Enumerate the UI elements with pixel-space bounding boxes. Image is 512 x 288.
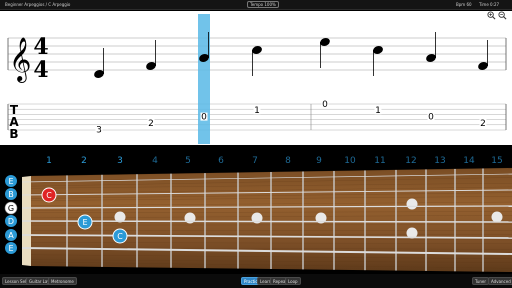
note-marker-label: E: [82, 218, 87, 227]
fret-number: 12: [405, 156, 416, 166]
tempo-button[interactable]: Tempo 100%: [247, 1, 279, 8]
fret-number: 2: [81, 156, 87, 166]
note-head: [478, 62, 488, 70]
fret-number: 15: [491, 156, 502, 166]
fretboard[interactable]: 1 2 3 4 5 6 7 8 9 10 11 12 13 14 15EBGDAECEC: [0, 147, 512, 273]
string-button-label: E: [8, 244, 13, 253]
tab-label-letter: B: [9, 127, 18, 141]
fret-number: 5: [185, 156, 191, 166]
string-button-e[interactable]: E: [5, 242, 17, 254]
tuner-button[interactable]: Tuner: [472, 277, 490, 285]
tab-number: 0: [428, 113, 434, 123]
playhead: [198, 14, 210, 144]
top-bar: Beginner Arpeggios / C Arpeggio Tempo 10…: [0, 0, 512, 10]
string-button-g[interactable]: G: [4, 201, 18, 215]
string-button-label: G: [8, 204, 14, 213]
fret-number: 13: [434, 156, 445, 166]
metronome-button[interactable]: Metronome: [48, 277, 77, 285]
guitar-string: [21, 220, 512, 223]
string-button-b[interactable]: B: [5, 188, 17, 200]
loop-button[interactable]: Loop: [285, 277, 301, 285]
string-button-d[interactable]: D: [5, 215, 17, 227]
time-signature-bottom: 4: [33, 57, 48, 83]
lesson-title: Beginner Arpeggios / C Arpeggio: [5, 2, 71, 7]
tab-number: 0: [201, 113, 207, 123]
fret-number: 8: [285, 156, 291, 166]
zoom-out-icon[interactable]: [498, 11, 507, 20]
string-button-label: B: [8, 190, 14, 199]
zoom-in-icon[interactable]: [487, 11, 496, 20]
note-head: [94, 70, 104, 78]
fret-number: 4: [152, 156, 158, 166]
note-marker-label: C: [117, 232, 123, 241]
bpm-readout: Bpm 60: [456, 2, 472, 7]
fretboard-area: 1 2 3 4 5 6 7 8 9 10 11 12 13 14 15 E B G D A E C E C: [0, 147, 512, 273]
fret-number: 1: [46, 156, 52, 166]
note-marker-label: C: [46, 191, 52, 200]
string-button-label: E: [8, 177, 13, 186]
fret-number: 9: [316, 156, 322, 166]
fret-number: 10: [344, 156, 356, 166]
string-button-label: D: [8, 217, 14, 226]
note-head: [146, 62, 156, 70]
advanced-button[interactable]: Advanced: [488, 277, 512, 285]
fret-number: 7: [252, 156, 258, 166]
fret-number: 6: [218, 156, 224, 166]
fret-number: 14: [463, 156, 475, 166]
sheet-music-area: 𝄞 4 4 T A B 3 2 0 1 0 1 0 2: [0, 11, 512, 145]
tab-number: 3: [96, 125, 102, 135]
tab-number: 2: [480, 119, 486, 129]
string-button-a[interactable]: A: [5, 229, 17, 241]
tab-number: 0: [322, 100, 328, 110]
tab-number: 1: [254, 106, 260, 116]
treble-clef-icon: 𝄞: [9, 37, 31, 83]
bottom-toolbar: Lesson Select Guitar Layout Metronome Pr…: [0, 274, 512, 288]
fret-number: 11: [374, 156, 385, 166]
string-button-e[interactable]: E: [5, 175, 17, 187]
note-head: [373, 46, 383, 54]
note-head: [426, 54, 436, 62]
fret-number: 3: [117, 156, 123, 166]
fret-inlay: [491, 211, 503, 223]
fret-inlay: [406, 198, 418, 210]
time-readout: Time 0:27: [479, 2, 500, 7]
notation-staff: 𝄞 44TAB 32010102: [7, 14, 507, 144]
tab-number: 2: [148, 119, 154, 129]
note-head: [320, 38, 330, 46]
tab-number: 1: [375, 106, 381, 116]
string-button-label: A: [8, 231, 14, 240]
note-head: [252, 46, 262, 54]
